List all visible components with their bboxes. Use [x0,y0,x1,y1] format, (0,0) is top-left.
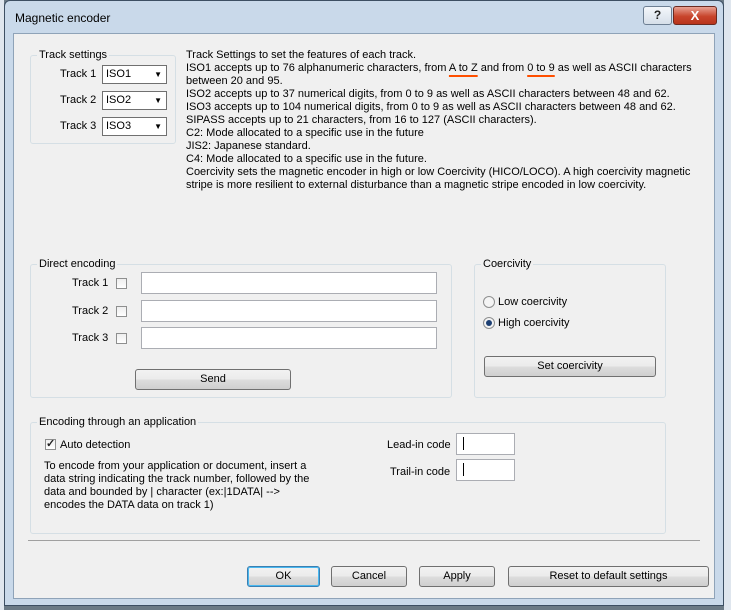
dialog-content: Track settings Track 1 ISO1 ▼ Track 2 IS… [13,33,715,599]
track-info-text: Track Settings to set the features of ea… [186,49,706,192]
direct-encoding-title: Direct encoding [37,258,118,270]
low-coercivity-label[interactable]: Low coercivity [498,296,567,308]
info-line: SIPASS accepts up to 21 characters, from… [186,114,537,126]
info-line: JIS2: Japanese standard. [186,140,311,152]
coercivity-title: Coercivity [481,258,534,270]
lead-in-code-label: Lead-in code [387,439,451,451]
separator [28,540,700,541]
coercivity-group: Coercivity [474,258,666,398]
app-encoding-desc-line: data string indicating the track number,… [44,473,310,485]
high-coercivity-radio[interactable] [483,317,495,329]
trail-in-code-label: Trail-in code [390,466,451,478]
lead-in-code-input[interactable] [456,433,515,455]
background-window-right [724,0,731,610]
app-encoding-desc-line: encodes the DATA data on track 1) [44,499,214,511]
reset-defaults-button[interactable]: Reset to default settings [508,566,709,587]
high-coercivity-label[interactable]: High coercivity [498,317,570,329]
info-line: Coercivity sets the magnetic encoder in … [186,166,691,178]
ok-button[interactable]: OK [247,566,320,587]
track-settings-title: Track settings [37,49,110,61]
track-2-select[interactable]: ISO2 ▼ [102,91,167,110]
text-caret [463,463,464,476]
direct-track-2-checkbox[interactable] [116,306,127,317]
help-button[interactable]: ? [643,6,672,25]
track-3-settings-label: Track 3 [60,120,97,132]
info-line: between 20 and 95. [186,75,283,87]
send-button[interactable]: Send [135,369,291,390]
chevron-down-icon: ▼ [154,96,162,105]
info-line: stripe is more resilient to external dis… [186,179,647,191]
title-bar[interactable]: Magnetic encoder ? X [5,1,723,33]
magnetic-encoder-dialog: Magnetic encoder ? X Track settings Trac… [4,0,724,606]
track-3-select-value: ISO3 [106,120,132,132]
direct-track-3-label: Track 3 [72,332,109,344]
chevron-down-icon: ▼ [154,122,162,131]
direct-track-1-label: Track 1 [72,277,109,289]
app-encoding-title: Encoding through an application [37,416,199,428]
chevron-down-icon: ▼ [154,70,162,79]
info-line: C2: Mode allocated to a specific use in … [186,127,424,139]
info-line: ISO2 accepts up to 37 numerical digits, … [186,88,670,100]
auto-detection-checkbox[interactable] [45,437,56,450]
info-line: Track Settings to set the features of ea… [186,49,417,61]
track-1-settings-label: Track 1 [60,68,97,80]
track-1-select[interactable]: ISO1 ▼ [102,65,167,84]
direct-track-2-input[interactable] [141,300,437,322]
highlight-0-to-9: 0 to 9 [527,62,555,74]
app-encoding-desc-line: To encode from your application or docum… [44,460,307,472]
apply-button[interactable]: Apply [419,566,495,587]
track-3-select[interactable]: ISO3 ▼ [102,117,167,136]
close-button[interactable]: X [673,6,717,25]
info-line: ISO3 accepts up to 104 numerical digits,… [186,101,676,113]
set-coercivity-button[interactable]: Set coercivity [484,356,656,377]
direct-track-1-input[interactable] [141,272,437,294]
direct-track-2-label: Track 2 [72,305,109,317]
app-encoding-desc-line: data and bounded by | character (ex:|1DA… [44,486,280,498]
track-1-select-value: ISO1 [106,68,132,80]
highlight-a-to-z: A to Z [448,62,478,74]
direct-track-3-checkbox[interactable] [116,333,127,344]
auto-detection-label[interactable]: Auto detection [60,439,130,451]
info-line-iso1: ISO1 accepts up to 76 alphanumeric chara… [186,62,692,74]
direct-track-3-input[interactable] [141,327,437,349]
text-caret [463,437,464,450]
trail-in-code-input[interactable] [456,459,515,481]
direct-track-1-checkbox[interactable] [116,278,127,289]
info-line: C4: Mode allocated to a specific use in … [186,153,427,165]
track-2-settings-label: Track 2 [60,94,97,106]
low-coercivity-radio[interactable] [483,296,495,308]
cancel-button[interactable]: Cancel [331,566,407,587]
track-2-select-value: ISO2 [106,94,132,106]
window-title: Magnetic encoder [15,11,111,25]
